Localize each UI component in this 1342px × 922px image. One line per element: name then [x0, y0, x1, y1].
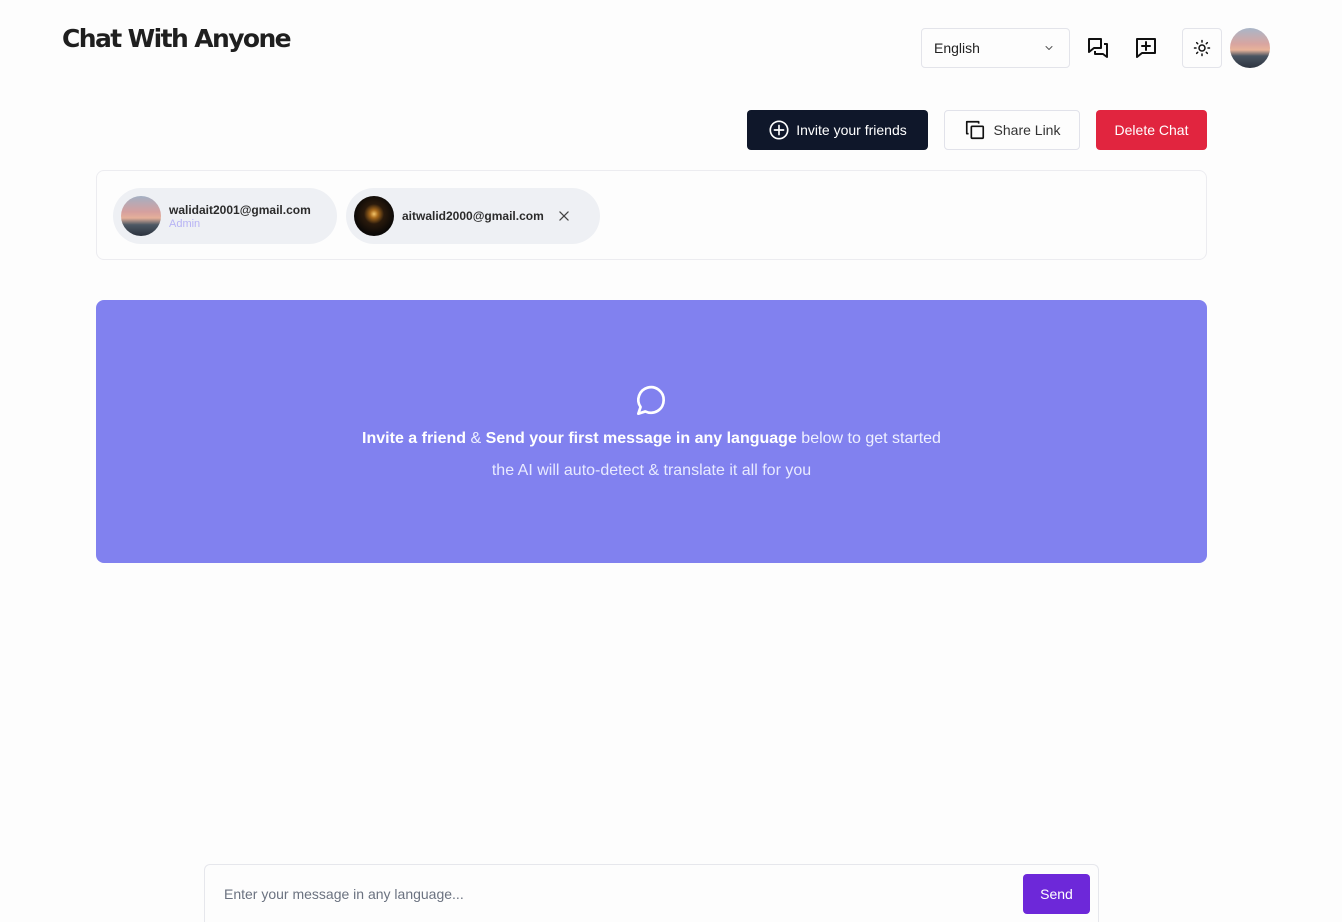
send-message-text: Send your first message in any language — [485, 430, 797, 447]
message-input[interactable] — [215, 875, 1015, 913]
share-link-label: Share Link — [993, 122, 1061, 138]
message-composer: Send — [204, 864, 1099, 922]
remove-member-button[interactable] — [556, 208, 572, 224]
share-link-button[interactable]: Share Link — [944, 110, 1080, 150]
empty-state-card: Invite a friend & Send your first messag… — [96, 300, 1207, 563]
avatar — [121, 196, 161, 236]
empty-state-subtitle: the AI will auto-detect & translate it a… — [491, 462, 812, 479]
member-chip: aitwalid2000@gmail.com — [346, 188, 600, 244]
theme-toggle-button[interactable] — [1182, 28, 1222, 68]
chat-list-icon — [1088, 38, 1108, 58]
member-role-badge: Admin — [169, 217, 201, 230]
get-started-text: below to get started — [796, 430, 941, 447]
new-chat-button[interactable] — [1126, 28, 1166, 68]
close-icon — [559, 211, 569, 221]
invite-friends-label: Invite your friends — [796, 122, 907, 138]
avatar — [354, 196, 394, 236]
chevron-down-icon — [1045, 46, 1053, 50]
delete-chat-label: Delete Chat — [1114, 122, 1189, 138]
ampersand-text: & — [466, 430, 486, 447]
invite-friend-text: Invite a friend — [362, 430, 467, 447]
language-select[interactable]: English — [921, 28, 1070, 68]
invite-friends-button[interactable]: Invite your friends — [747, 110, 928, 150]
new-chat-icon — [1136, 38, 1156, 58]
plus-circle-icon — [769, 120, 789, 140]
delete-chat-button[interactable]: Delete Chat — [1096, 110, 1207, 150]
members-panel: walidait2001@gmail.com Admin aitwalid200… — [96, 170, 1207, 260]
copy-icon — [965, 120, 984, 140]
empty-state-headline: Invite a friend & Send your first messag… — [96, 430, 1207, 448]
app-logo[interactable]: Chat With Anyone — [62, 24, 292, 53]
member-email: aitwalid2000@gmail.com — [402, 209, 544, 223]
member-email: walidait2001@gmail.com — [169, 202, 311, 217]
chat-list-button[interactable] — [1078, 28, 1118, 68]
send-button[interactable]: Send — [1023, 874, 1090, 914]
message-circle-icon — [636, 385, 666, 416]
member-chip: walidait2001@gmail.com Admin — [113, 188, 337, 244]
language-select-value: English — [934, 40, 980, 56]
chat-page: Chat With Anyone English Invite your fri… — [0, 0, 1342, 922]
user-avatar[interactable] — [1230, 28, 1270, 68]
sun-icon — [1193, 39, 1211, 57]
